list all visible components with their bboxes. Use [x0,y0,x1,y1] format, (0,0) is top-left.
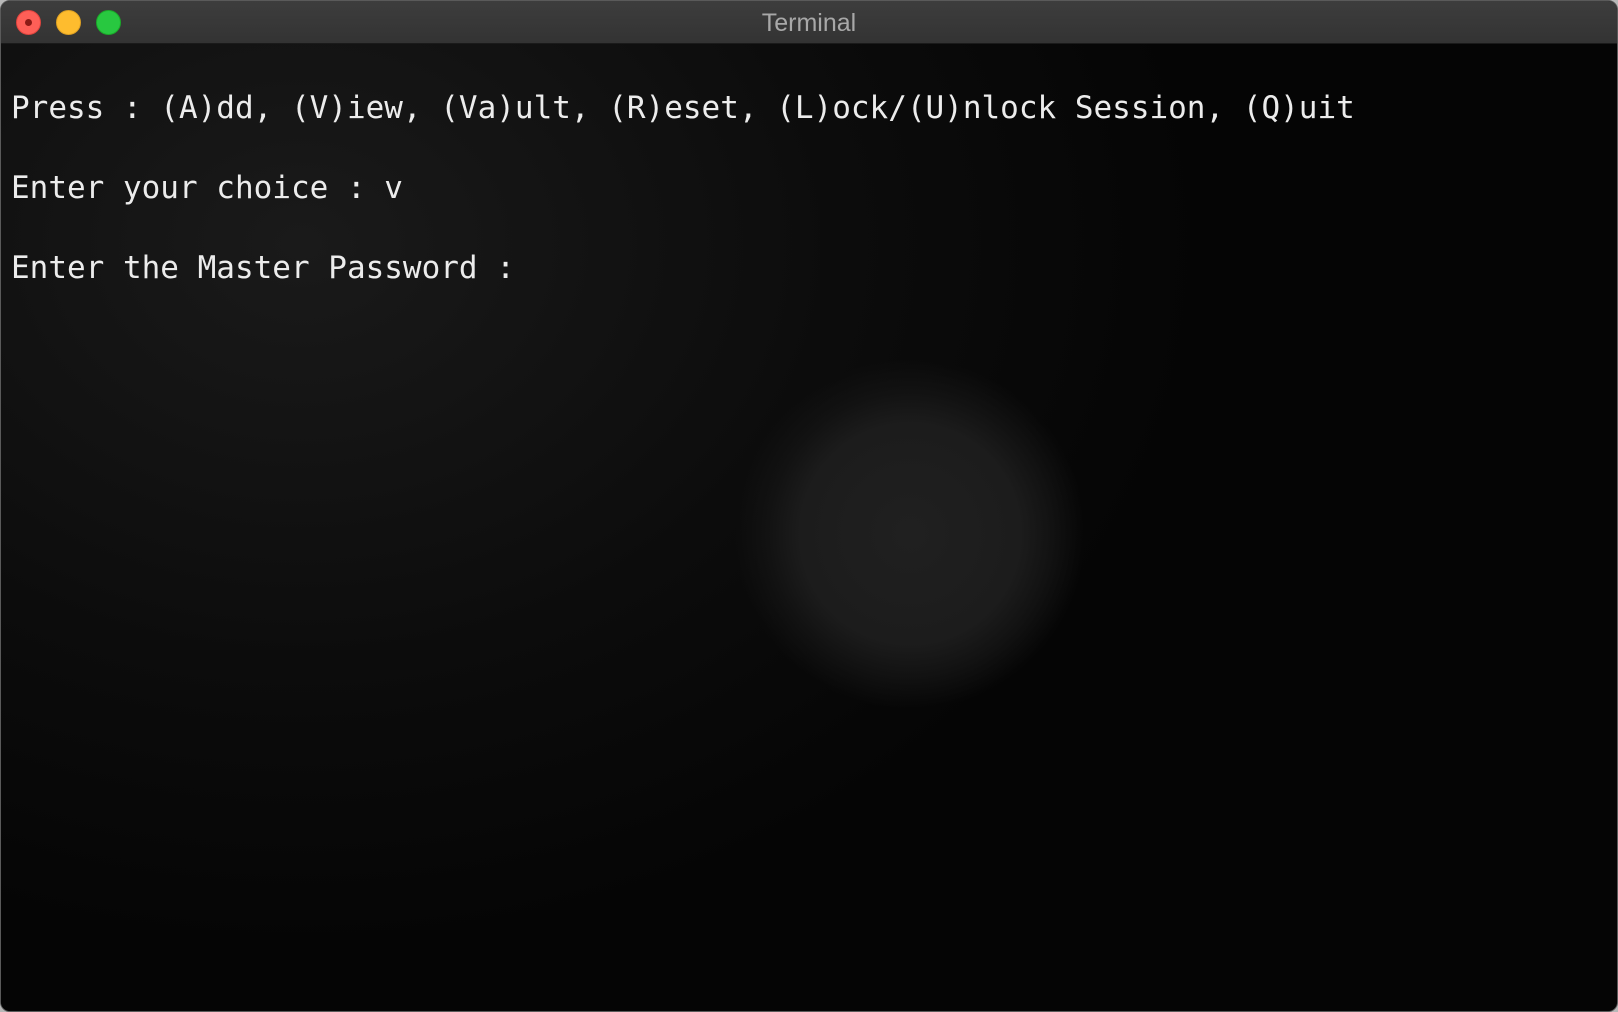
choice-input-line: Enter your choice : v [11,170,403,206]
menu-prompt-line: Press : (A)dd, (V)iew, (Va)ult, (R)eset,… [11,90,1355,126]
terminal-window: Terminal Press : (A)dd, (V)iew, (Va)ult,… [0,0,1618,1012]
terminal-output[interactable]: Press : (A)dd, (V)iew, (Va)ult, (R)eset,… [1,44,1617,1011]
password-prompt-line[interactable]: Enter the Master Password : [11,248,534,288]
window-title: Terminal [761,9,857,37]
title-bar[interactable]: Terminal [1,1,1617,44]
